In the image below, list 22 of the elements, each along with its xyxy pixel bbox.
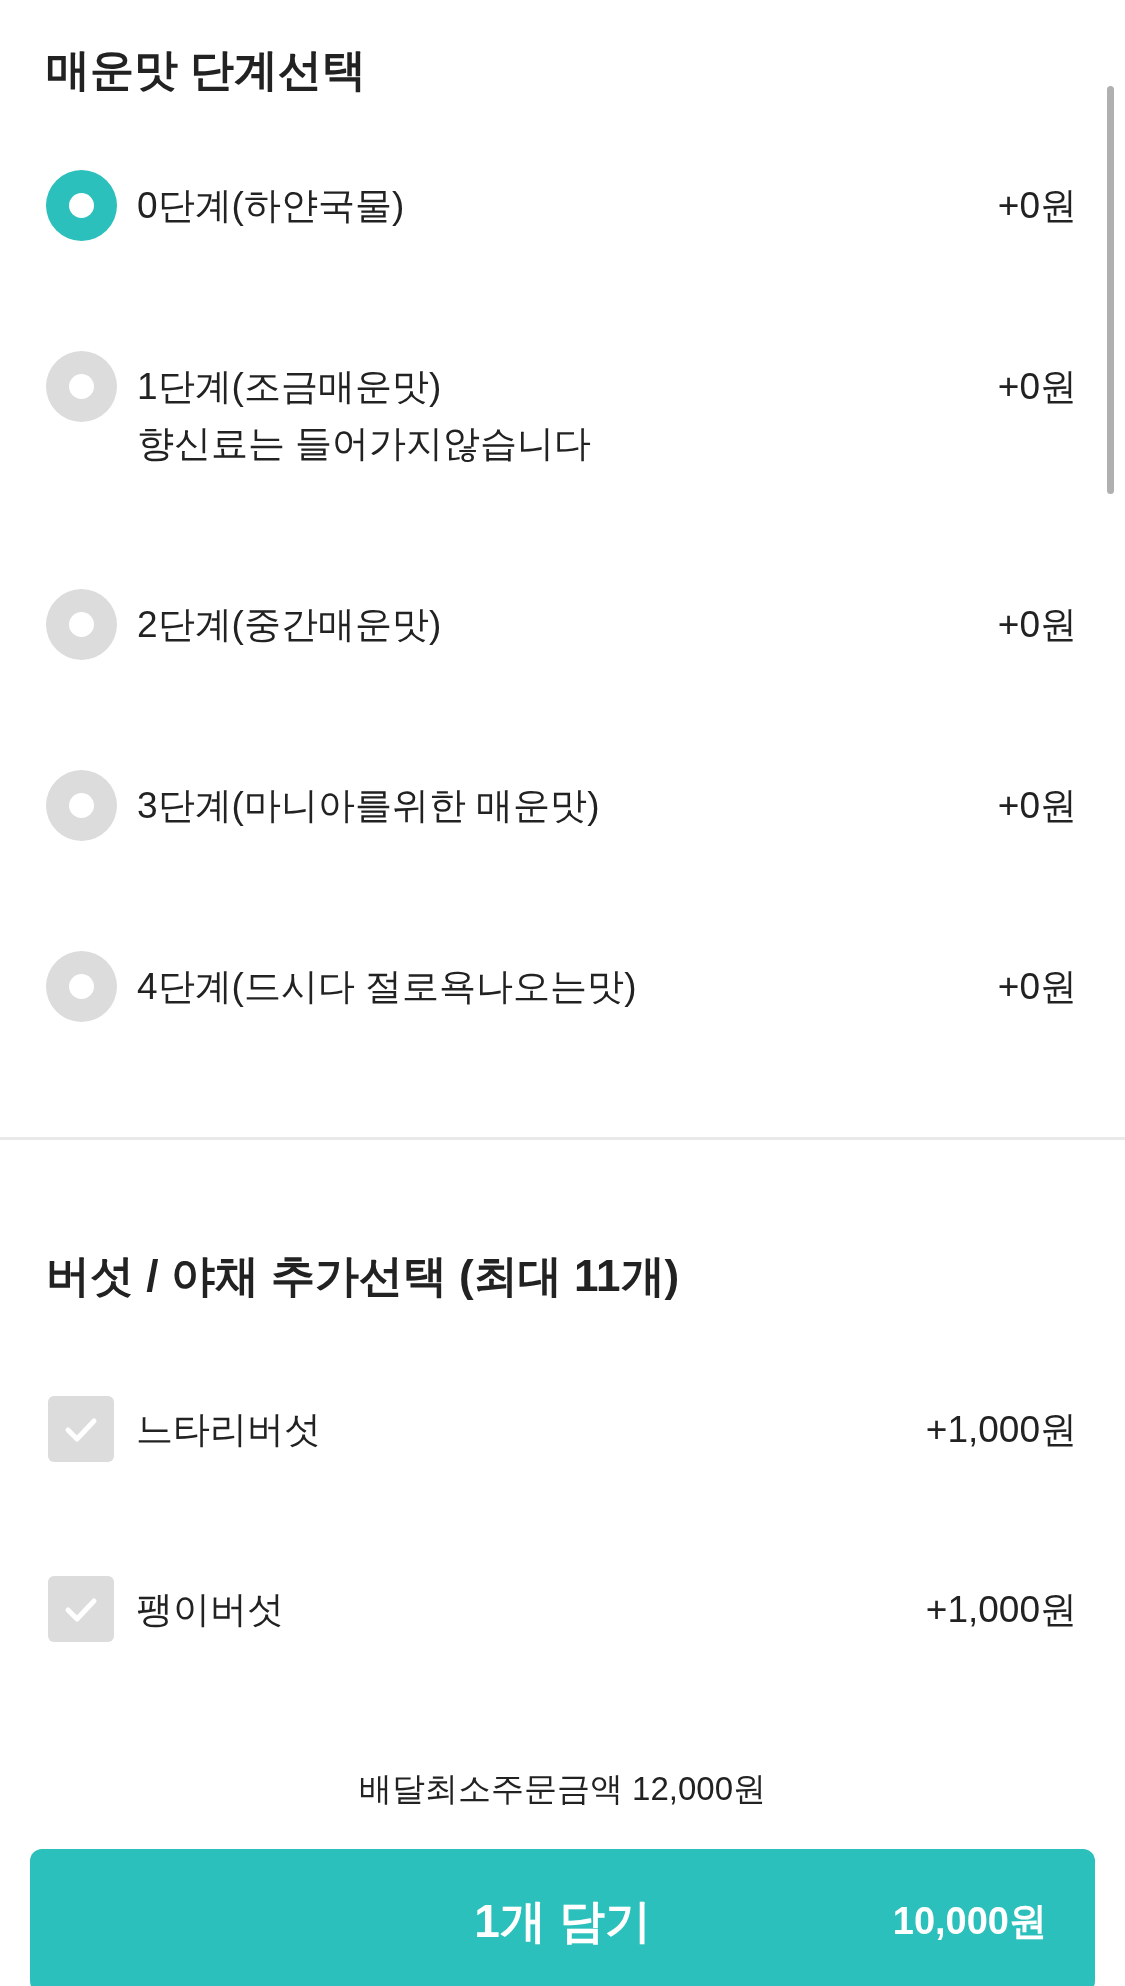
option-label: 4단계(드시다 절로욕나오는맛) [137, 965, 638, 1009]
option-label: 1단계(조금매운맛) [137, 365, 443, 409]
option-price: +1,000원 [925, 1587, 1077, 1632]
option-label: 2단계(중간매운맛) [137, 603, 443, 647]
option-price: +0원 [997, 603, 1077, 647]
checkbox[interactable] [48, 1576, 114, 1642]
option-label: 0단계(하얀국물) [137, 184, 406, 228]
option-price: +0원 [997, 184, 1077, 228]
cart-total: 10,000원 [892, 1898, 1047, 1944]
option-label: 팽이버섯 [136, 1587, 285, 1632]
option-price: +0원 [997, 365, 1077, 409]
option-price: +0원 [997, 784, 1077, 828]
option-price: +0원 [997, 965, 1077, 1009]
option-description: 향신료는 들어가지않습니다 [137, 422, 593, 466]
add-to-cart-button[interactable]: 1개 담기 10,000원 [30, 1849, 1095, 1986]
checkbox[interactable] [48, 1396, 114, 1462]
option-label: 느타리버섯 [136, 1407, 322, 1452]
minimum-order-text: 배달최소주문금액 12,000원 [358, 1769, 767, 1809]
section-title: 버섯 / 야채 추가선택 (최대 11개) [45, 1250, 681, 1302]
option-price: +1,000원 [925, 1407, 1077, 1452]
option-label: 3단계(마니아를위한 매운맛) [137, 784, 601, 828]
section-title: 매운맛 단계선택 [45, 44, 368, 96]
